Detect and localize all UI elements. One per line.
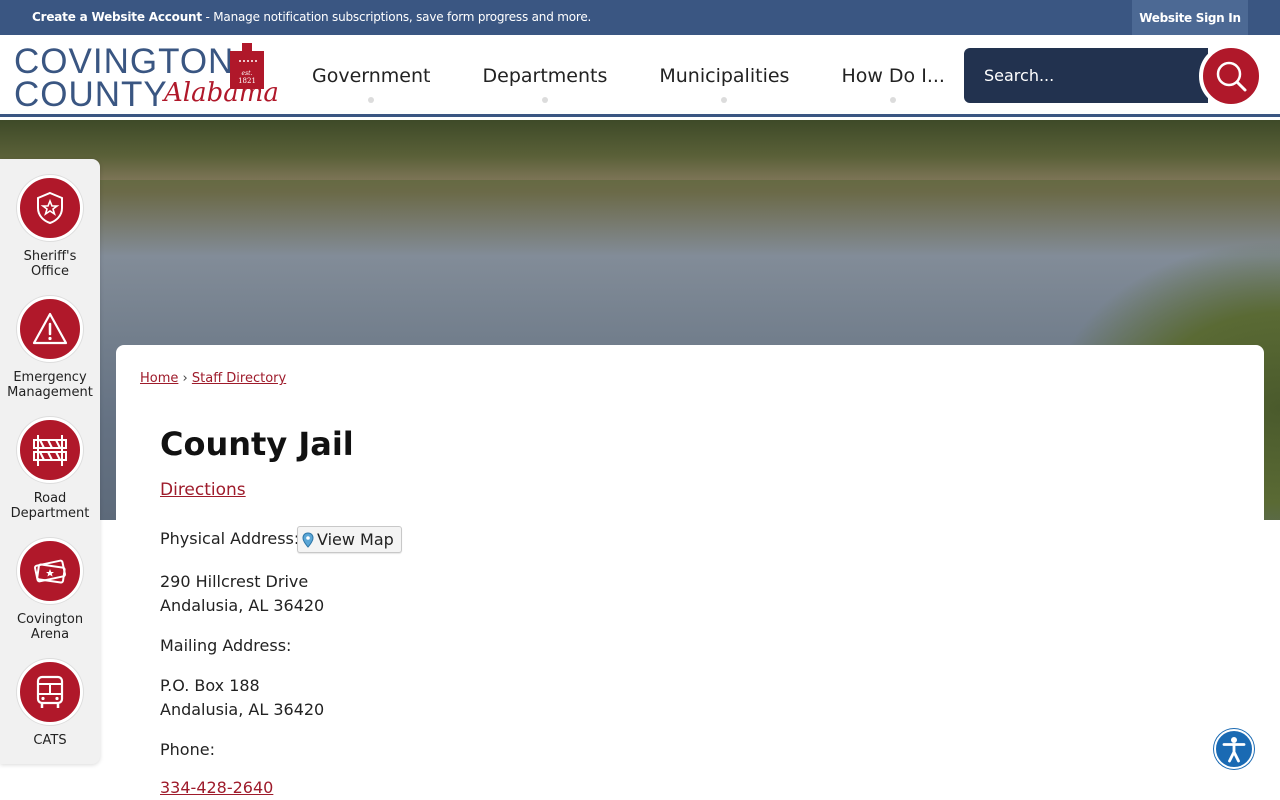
nav-label: Municipalities: [659, 65, 790, 87]
breadcrumb-separator: ›: [182, 371, 188, 386]
quick-link-emergency-management[interactable]: Emergency Management: [0, 296, 100, 400]
main-nav: Government Departments Municipalities Ho…: [286, 35, 971, 117]
nav-label: Departments: [482, 65, 608, 87]
quick-link-cats[interactable]: CATS: [0, 659, 100, 748]
create-account-description[interactable]: - Manage notification subscriptions, sav…: [202, 10, 592, 24]
physical-address-line-1: 290 Hillcrest Drive: [160, 572, 309, 591]
quick-link-label: Road: [33, 491, 67, 506]
quick-link-label: Arena: [30, 627, 70, 642]
quick-link-label: CATS: [33, 733, 67, 748]
quick-link-circle: [17, 659, 83, 725]
nav-departments[interactable]: Departments: [457, 35, 634, 117]
physical-address-line-2: Andalusia, AL 36420: [160, 596, 325, 615]
accessibility-button[interactable]: [1214, 729, 1254, 769]
quick-link-label: Management: [7, 385, 93, 400]
logo-line-2: COUNTY: [14, 75, 168, 114]
quick-link-circle: [17, 538, 83, 604]
logo-line-1: COVINGTON: [14, 42, 235, 81]
sign-in-button[interactable]: Website Sign In: [1132, 0, 1248, 35]
mailing-address-line-1: P.O. Box 188: [160, 676, 260, 695]
breadcrumb: Home › Staff Directory: [140, 371, 286, 386]
phone-link[interactable]: 334-428-2640: [160, 778, 273, 797]
quick-link-label: Department: [10, 506, 90, 521]
site-logo[interactable]: COVINGTON COUNTY Alabama est. 1821: [14, 41, 279, 114]
quick-link-label: Covington: [16, 612, 84, 627]
warning-icon: [32, 312, 68, 345]
accessibility-icon: [1222, 737, 1246, 763]
mailing-address-label: Mailing Address:: [160, 636, 292, 655]
view-map-button[interactable]: View Map: [297, 526, 402, 553]
mailing-address: P.O. Box 188 Andalusia, AL 36420: [160, 674, 324, 722]
quick-links-panel: Sheriff's Office Emergency Management Road…: [0, 159, 100, 764]
create-account-title[interactable]: Create a Website Account: [32, 10, 202, 24]
site-header: COVINGTON COUNTY Alabama est. 1821 Gover…: [0, 35, 1280, 117]
nav-government[interactable]: Government: [286, 35, 457, 117]
mailing-address-line-2: Andalusia, AL 36420: [160, 700, 325, 719]
quick-link-label: Emergency: [13, 370, 87, 385]
quick-link-circle: [17, 417, 83, 483]
search-input[interactable]: [964, 48, 1204, 103]
map-pin-icon: [302, 531, 314, 548]
quick-link-circle: [17, 296, 83, 362]
breadcrumb-staff-directory[interactable]: Staff Directory: [192, 371, 286, 386]
nav-indicator: [368, 97, 375, 103]
quick-link-sheriffs-office[interactable]: Sheriff's Office: [0, 175, 100, 279]
search-button[interactable]: [1199, 44, 1263, 108]
utility-bar: Create a Website Account - Manage notifi…: [0, 0, 1280, 35]
barrier-icon: [33, 435, 67, 466]
physical-address-label: Physical Address:: [160, 529, 300, 548]
page-title: County Jail: [160, 425, 354, 463]
search-box: [964, 48, 1208, 103]
quick-link-covington-arena[interactable]: Covington Arena: [0, 538, 100, 642]
breadcrumb-home[interactable]: Home: [140, 371, 178, 386]
logo-seal-icon: est. 1821: [230, 43, 264, 89]
nav-indicator: [890, 97, 897, 103]
tickets-icon: [34, 559, 66, 584]
quick-link-label: Sheriff's: [23, 249, 77, 264]
view-map-label: View Map: [317, 530, 394, 549]
svg-text:est.: est.: [242, 70, 253, 77]
create-account-link[interactable]: Create a Website Account - Manage notifi…: [32, 10, 591, 24]
nav-indicator: [721, 97, 728, 103]
nav-indicator: [541, 97, 548, 103]
physical-address: 290 Hillcrest Drive Andalusia, AL 36420: [160, 570, 324, 618]
quick-link-road-department[interactable]: Road Department: [0, 417, 100, 521]
bus-icon: [36, 675, 64, 708]
directions-link[interactable]: Directions: [160, 480, 246, 500]
nav-label: Government: [312, 65, 431, 87]
content-card: Home › Staff Directory County Jail Direc…: [116, 345, 1264, 800]
nav-municipalities[interactable]: Municipalities: [633, 35, 815, 117]
quick-link-label: Office: [31, 264, 69, 279]
svg-text:1821: 1821: [238, 77, 256, 85]
nav-label: How Do I...: [841, 65, 945, 87]
quick-link-circle: [17, 175, 83, 241]
hero-treeline: [0, 120, 1280, 180]
phone-label: Phone:: [160, 740, 215, 759]
nav-how-do-i[interactable]: How Do I...: [815, 35, 971, 117]
search-icon: [1216, 61, 1247, 92]
badge-icon: [37, 191, 63, 225]
